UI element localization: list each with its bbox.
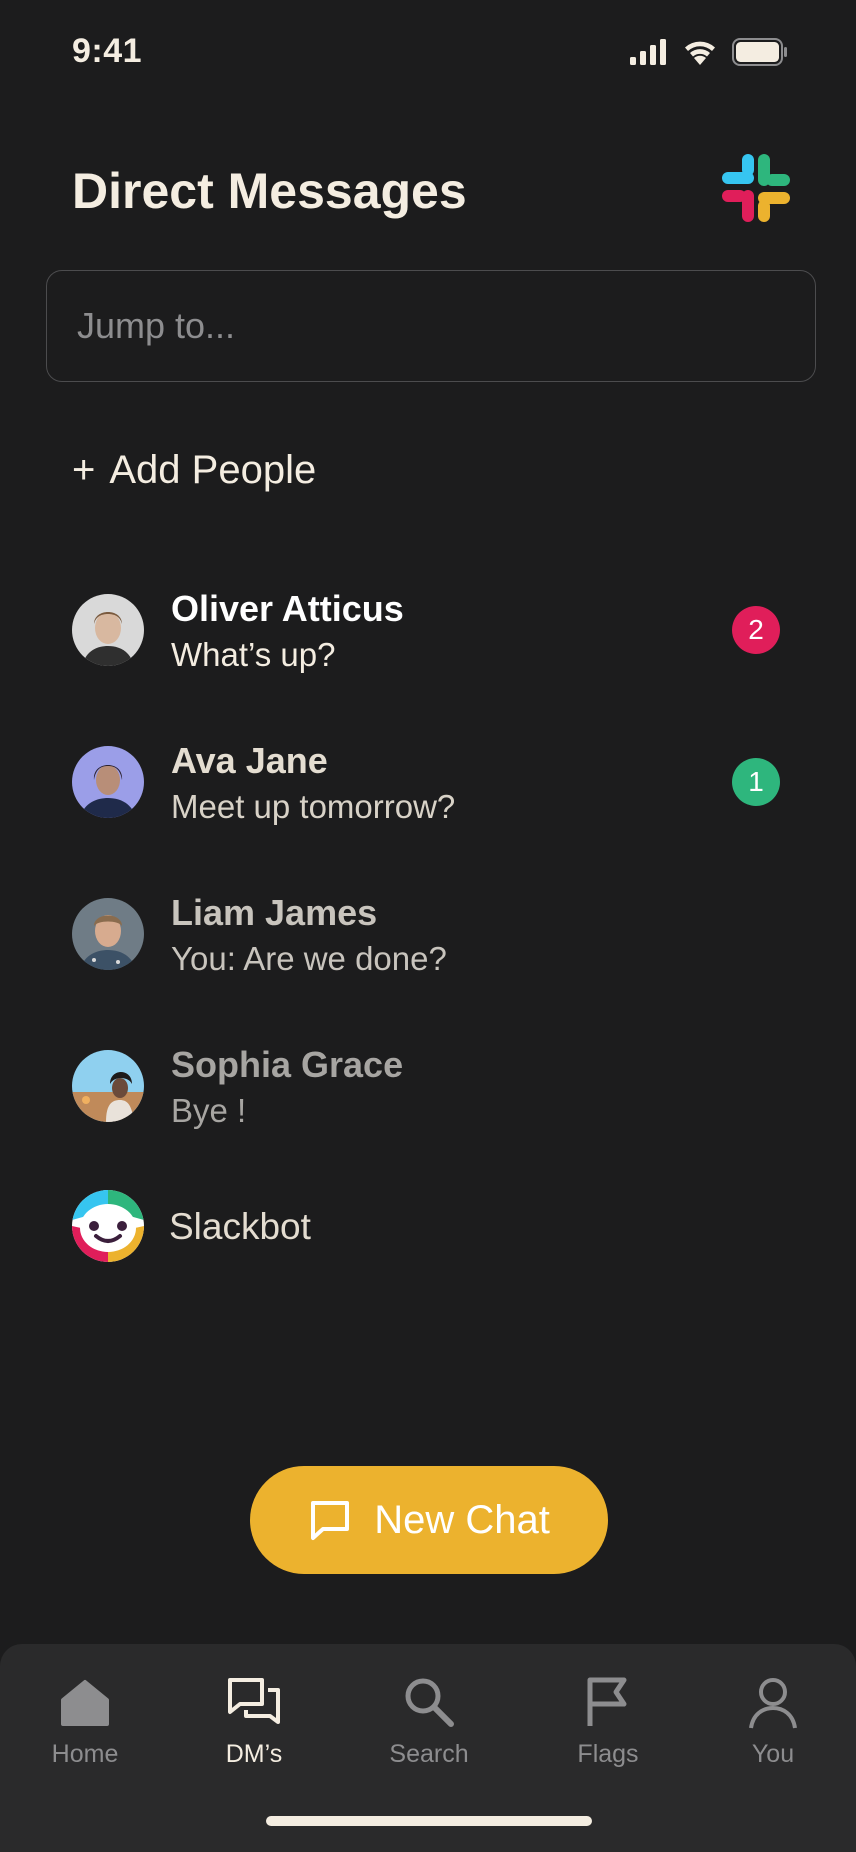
dm-name: Oliver Atticus	[171, 588, 404, 629]
tab-dms[interactable]: DM’s	[189, 1674, 319, 1769]
messages-icon	[228, 1678, 280, 1724]
dm-row-oliver-atticus[interactable]: Oliver Atticus What’s up? 2	[0, 570, 856, 690]
avatar	[72, 898, 144, 970]
new-chat-label: New Chat	[374, 1497, 550, 1542]
home-icon	[61, 1680, 109, 1726]
jump-to-input[interactable]	[77, 271, 777, 380]
avatar	[72, 746, 144, 818]
dm-row-slackbot[interactable]: Slackbot	[0, 1166, 856, 1286]
tab-flags[interactable]: Flags	[543, 1674, 673, 1769]
search-icon	[405, 1678, 454, 1727]
page-title: Direct Messages	[72, 163, 467, 219]
dm-name: Sophia Grace	[171, 1044, 404, 1085]
dm-preview: Meet up tomorrow?	[171, 788, 456, 825]
tab-label: DM’s	[225, 1740, 283, 1768]
unread-badge: 2	[732, 606, 780, 654]
tab-search[interactable]: Search	[364, 1674, 494, 1769]
jump-to-search[interactable]	[46, 270, 816, 382]
tab-home[interactable]: Home	[20, 1674, 150, 1769]
dm-preview: Bye !	[171, 1092, 247, 1129]
slack-logo	[722, 154, 790, 222]
tab-label: Home	[51, 1740, 119, 1768]
dm-row-liam-james[interactable]: Liam James You: Are we done?	[0, 874, 856, 994]
person-icon	[749, 1678, 797, 1729]
flag-icon	[587, 1677, 627, 1726]
home-indicator	[266, 1816, 592, 1826]
tab-you[interactable]: You	[708, 1674, 838, 1769]
dm-name: Ava Jane	[171, 740, 328, 781]
dm-preview: You: Are we done?	[171, 940, 447, 977]
status-icons	[630, 38, 788, 66]
status-time: 9:41	[72, 32, 143, 70]
tab-label: Flags	[577, 1740, 639, 1768]
status-bar: 9:41	[0, 0, 856, 104]
wifi-icon	[685, 41, 715, 65]
chat-bubble-icon	[311, 1501, 350, 1540]
battery-icon	[732, 38, 787, 66]
signal-icon	[630, 39, 666, 65]
avatar	[72, 1050, 144, 1122]
dm-name: Slackbot	[169, 1206, 311, 1247]
dm-row-ava-jane[interactable]: Ava Jane Meet up tomorrow? 1	[0, 722, 856, 842]
dm-row-sophia-grace[interactable]: Sophia Grace Bye !	[0, 1026, 856, 1146]
tab-label: Search	[389, 1740, 469, 1768]
slackbot-avatar	[72, 1190, 144, 1262]
add-people-button[interactable]: + Add People	[72, 448, 316, 493]
new-chat-button[interactable]: New Chat	[250, 1466, 608, 1574]
dm-name: Liam James	[171, 892, 378, 933]
add-people-label: Add People	[109, 448, 317, 492]
tab-label: You	[751, 1740, 795, 1768]
avatar	[72, 594, 144, 666]
plus-icon: +	[72, 448, 96, 492]
dm-preview: What’s up?	[171, 636, 336, 673]
unread-badge: 1	[732, 758, 780, 806]
